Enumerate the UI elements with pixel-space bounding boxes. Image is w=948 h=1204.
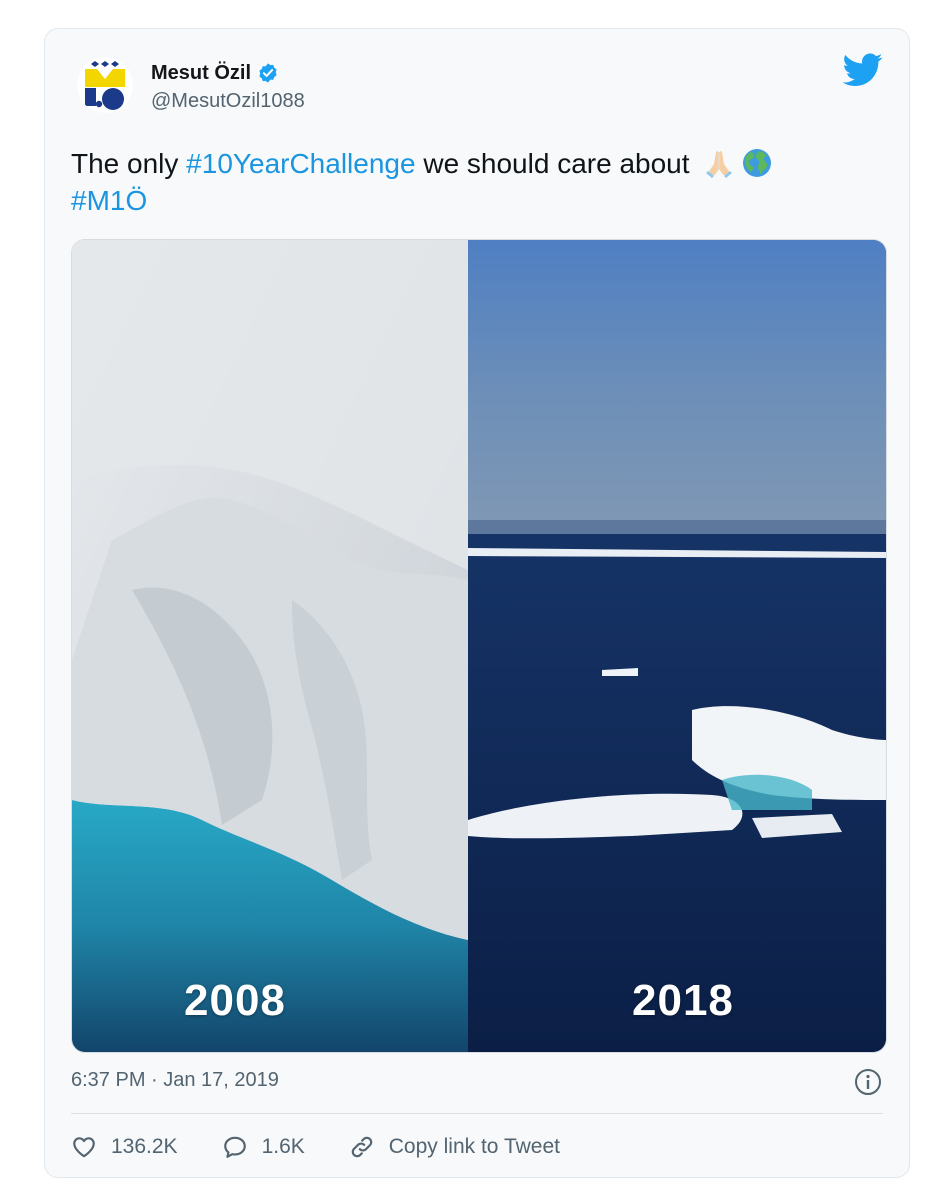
hashtag-link[interactable]: #10YearChallenge [186, 148, 415, 179]
info-icon[interactable] [853, 1067, 883, 1097]
image-label-2008: 2008 [184, 976, 286, 1025]
link-icon [351, 1136, 373, 1158]
folded-hands-icon [706, 151, 733, 178]
divider [71, 1113, 883, 1114]
avatar[interactable] [77, 57, 133, 113]
like-count: 136.2K [111, 1135, 178, 1158]
like-button[interactable]: 136.2K [71, 1134, 178, 1160]
reply-count: 1.6K [261, 1135, 305, 1158]
tweet-timestamp[interactable]: 6:37 PM · Jan 17, 2019 [71, 1069, 279, 1092]
tweet-text: The only #10YearChallenge we should care… [71, 145, 871, 219]
tweet-embed-card[interactable]: Mesut Özil @MesutOzil1088 The only #10Ye… [44, 28, 910, 1178]
tweet-image[interactable]: 2008 2018 [71, 239, 887, 1053]
tweet-text-part: The only [71, 148, 187, 179]
tweet-actions: 136.2K 1.6K Copy link to Tweet [71, 1127, 604, 1167]
image-label-2018: 2018 [632, 976, 734, 1025]
twitter-bird-icon[interactable] [843, 53, 883, 87]
copy-link-label: Copy link to Tweet [388, 1135, 560, 1158]
reply-button[interactable]: 1.6K [222, 1134, 305, 1160]
globe-icon [743, 149, 772, 177]
tweet-text-part: we should care about [415, 148, 690, 179]
copy-link-button[interactable]: Copy link to Tweet [349, 1134, 560, 1160]
author-handle[interactable]: @MesutOzil1088 [151, 90, 305, 113]
heart-icon [73, 1137, 95, 1158]
verified-badge-icon [259, 63, 277, 83]
author-name[interactable]: Mesut Özil [151, 62, 251, 85]
hashtag-link[interactable]: #M1Ö [71, 185, 147, 216]
reply-bubble-icon [223, 1136, 246, 1158]
